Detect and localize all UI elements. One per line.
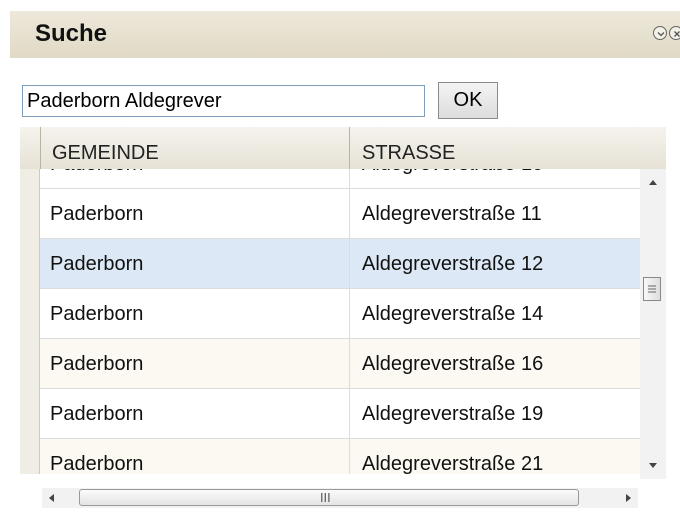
cell-gemeinde: Paderborn bbox=[42, 189, 350, 239]
table-row[interactable]: Paderborn Aldegreverstraße 11 bbox=[20, 189, 642, 239]
row-marker-header bbox=[20, 127, 41, 169]
cell-gemeinde: Paderborn bbox=[42, 289, 350, 339]
column-header-strasse[interactable]: STRASSE bbox=[350, 127, 666, 169]
cell-strasse: Aldegreverstraße 11 bbox=[362, 203, 542, 225]
cell-gemeinde: Paderborn bbox=[42, 339, 350, 389]
grid-header: GEMEINDE STRASSE bbox=[20, 127, 666, 170]
row-marker[interactable] bbox=[20, 239, 40, 289]
panel-title: Suche bbox=[35, 20, 108, 47]
row-marker[interactable] bbox=[20, 389, 40, 439]
grid-body: Paderborn Aldegreverstraße 10 Paderborn … bbox=[20, 169, 642, 474]
row-marker[interactable] bbox=[20, 439, 40, 474]
row-marker[interactable] bbox=[20, 289, 40, 339]
horizontal-scroll-thumb[interactable]: III bbox=[79, 489, 579, 506]
table-row-selected[interactable]: Paderborn Aldegreverstraße 12 bbox=[20, 239, 642, 289]
cell-gemeinde: Paderborn bbox=[42, 439, 350, 474]
search-input[interactable] bbox=[22, 85, 425, 117]
cell-strasse: Aldegreverstraße 14 bbox=[362, 303, 544, 325]
table-row[interactable]: Paderborn Aldegreverstraße 10 bbox=[20, 169, 642, 189]
panel-titlebar: Suche bbox=[10, 11, 680, 58]
column-header-gemeinde[interactable]: GEMEINDE bbox=[42, 127, 350, 169]
cell-gemeinde: Paderborn bbox=[42, 239, 350, 289]
close-icon[interactable] bbox=[669, 26, 680, 40]
vertical-scrollbar[interactable] bbox=[640, 169, 666, 479]
cell-strasse: Aldegreverstraße 21 bbox=[362, 453, 544, 474]
table-row[interactable]: Paderborn Aldegreverstraße 14 bbox=[20, 289, 642, 339]
scroll-left-icon[interactable] bbox=[42, 488, 62, 508]
vertical-scroll-thumb[interactable] bbox=[643, 277, 661, 301]
scroll-right-icon[interactable] bbox=[618, 488, 638, 508]
horizontal-scrollbar[interactable]: III bbox=[42, 488, 638, 508]
row-marker[interactable] bbox=[20, 169, 40, 189]
cell-strasse: Aldegreverstraße 16 bbox=[362, 353, 544, 375]
ok-button[interactable]: OK bbox=[438, 82, 498, 119]
grip-icon: III bbox=[320, 491, 331, 505]
row-marker[interactable] bbox=[20, 189, 40, 239]
table-row[interactable]: Paderborn Aldegreverstraße 21 bbox=[20, 439, 642, 474]
collapse-icon[interactable] bbox=[653, 26, 667, 40]
cell-strasse: Aldegreverstraße 12 bbox=[362, 253, 544, 275]
table-row[interactable]: Paderborn Aldegreverstraße 19 bbox=[20, 389, 642, 439]
row-marker[interactable] bbox=[20, 339, 40, 389]
cell-strasse: Aldegreverstraße 10 bbox=[350, 169, 642, 189]
results-grid: GEMEINDE STRASSE Paderborn Aldegreverstr… bbox=[20, 127, 666, 488]
cell-gemeinde: Paderborn bbox=[42, 169, 350, 189]
cell-gemeinde: Paderborn bbox=[42, 389, 350, 439]
cell-strasse: Aldegreverstraße 19 bbox=[362, 403, 544, 425]
scroll-down-icon[interactable] bbox=[640, 453, 666, 479]
scroll-up-icon[interactable] bbox=[640, 169, 666, 195]
table-row[interactable]: Paderborn Aldegreverstraße 16 bbox=[20, 339, 642, 389]
